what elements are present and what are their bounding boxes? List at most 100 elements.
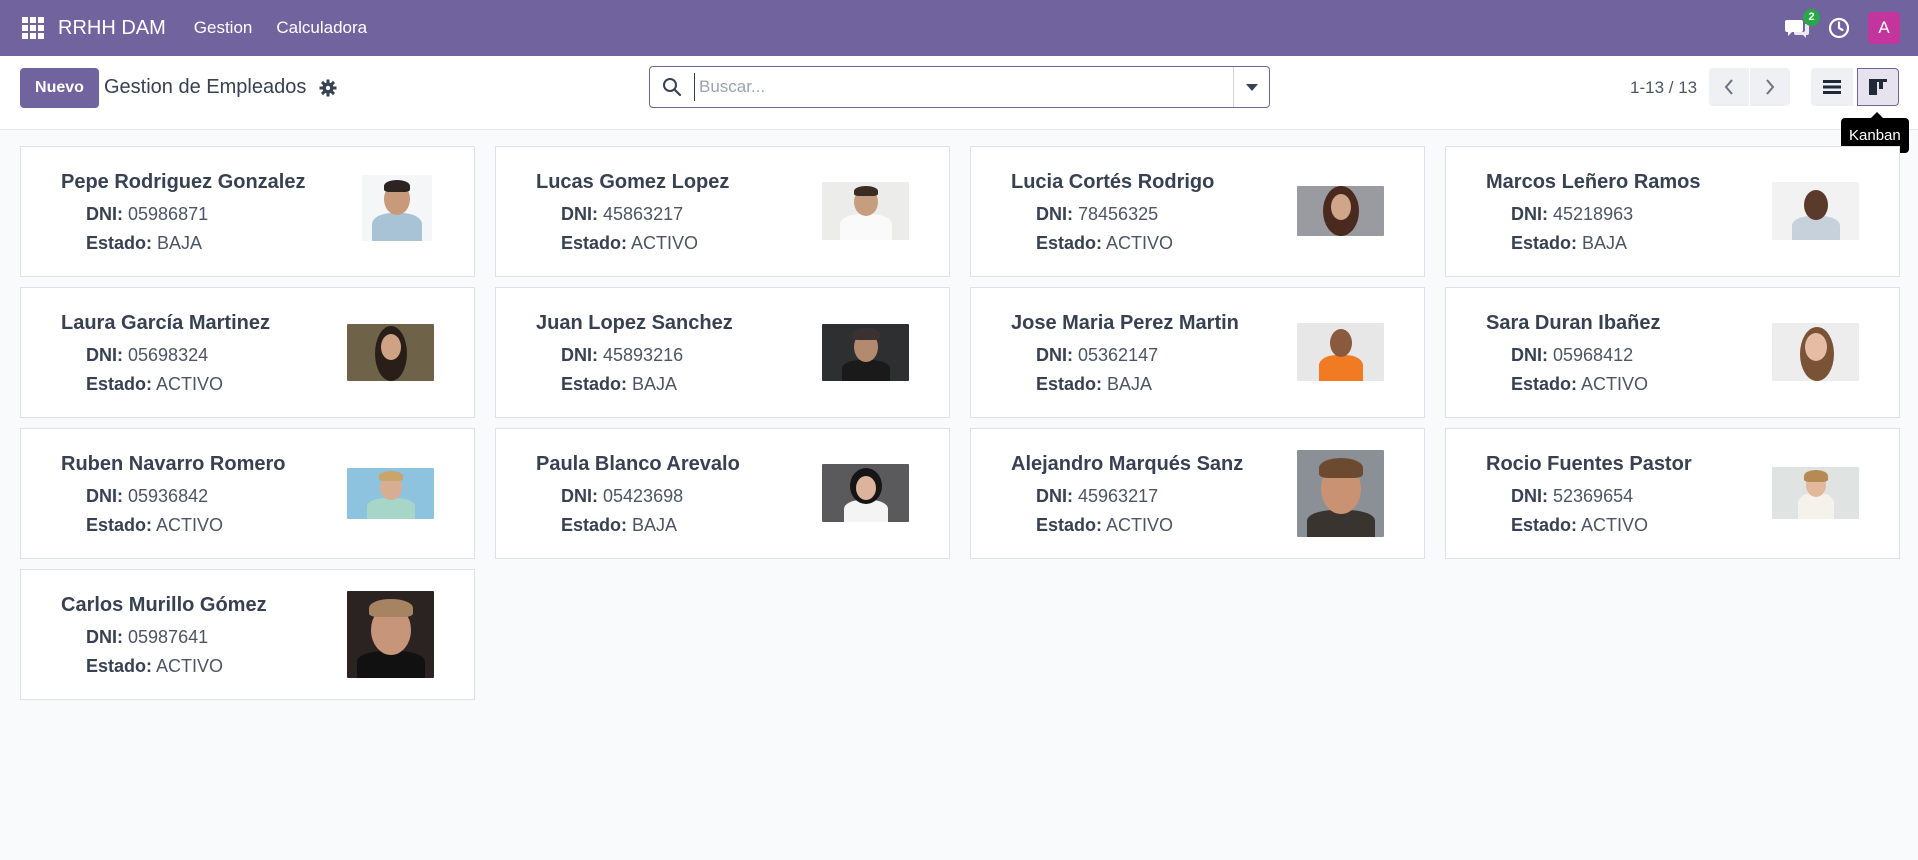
employee-dni: DNI: 45863217: [561, 204, 683, 225]
messages-badge: 2: [1803, 9, 1820, 26]
chevron-down-icon: [1245, 83, 1258, 91]
dni-label: DNI:: [1036, 486, 1073, 506]
pager-next-button[interactable]: [1750, 68, 1790, 106]
dni-label: DNI:: [1511, 345, 1548, 365]
dni-value: 05968412: [1553, 345, 1634, 365]
messages-icon[interactable]: 2: [1784, 9, 1820, 39]
estado-value: BAJA: [1107, 374, 1153, 394]
employee-estado: Estado: BAJA: [561, 374, 677, 395]
dni-value: 05936842: [128, 486, 209, 506]
employee-card[interactable]: Ruben Navarro Romero DNI: 05936842 Estad…: [20, 428, 475, 559]
employee-photo: [822, 182, 909, 240]
apps-menu-icon[interactable]: [22, 17, 44, 39]
employee-photo: [347, 324, 434, 381]
employee-photo: [1297, 450, 1384, 537]
employee-card[interactable]: Sara Duran Ibañez DNI: 05968412 Estado: …: [1445, 287, 1900, 418]
estado-label: Estado:: [86, 233, 153, 253]
user-avatar[interactable]: A: [1868, 12, 1900, 44]
employee-name: Juan Lopez Sanchez: [536, 312, 733, 334]
employee-dni: DNI: 45218963: [1511, 204, 1633, 225]
employee-name: Paula Blanco Arevalo: [536, 453, 740, 475]
employee-photo: [1772, 467, 1859, 519]
activity-clock-icon[interactable]: [1828, 17, 1850, 39]
estado-value: BAJA: [1582, 233, 1628, 253]
menu-item-gestion[interactable]: Gestion: [194, 18, 253, 38]
estado-label: Estado:: [86, 656, 153, 676]
dni-value: 45863217: [603, 204, 684, 224]
employee-name: Rocio Fuentes Pastor: [1486, 453, 1692, 475]
dni-value: 45893216: [603, 345, 684, 365]
employee-name: Jose Maria Perez Martin: [1011, 312, 1239, 334]
employee-card[interactable]: Carlos Murillo Gómez DNI: 05987641 Estad…: [20, 569, 475, 700]
estado-label: Estado:: [1511, 515, 1578, 535]
estado-value: ACTIVO: [156, 374, 224, 394]
estado-label: Estado:: [1036, 515, 1103, 535]
gear-icon[interactable]: [319, 79, 337, 97]
menu-item-calculadora[interactable]: Calculadora: [276, 18, 367, 38]
estado-value: ACTIVO: [156, 515, 224, 535]
employee-estado: Estado: BAJA: [1511, 233, 1627, 254]
employee-card[interactable]: Marcos Leñero Ramos DNI: 45218963 Estado…: [1445, 146, 1900, 277]
app-brand[interactable]: RRHH DAM: [58, 17, 166, 40]
employee-dni: DNI: 45893216: [561, 345, 683, 366]
top-navbar: RRHH DAM Gestion Calculadora 2 A: [0, 0, 1918, 56]
estado-value: BAJA: [632, 515, 678, 535]
employee-dni: DNI: 05936842: [86, 486, 208, 507]
estado-value: ACTIVO: [1106, 233, 1174, 253]
employee-dni: DNI: 05423698: [561, 486, 683, 507]
dni-value: 05987641: [128, 627, 209, 647]
employee-card[interactable]: Jose Maria Perez Martin DNI: 05362147 Es…: [970, 287, 1425, 418]
search-icon: [662, 77, 682, 97]
dni-label: DNI:: [561, 345, 598, 365]
employee-estado: Estado: ACTIVO: [86, 515, 223, 536]
employee-estado: Estado: ACTIVO: [86, 374, 223, 395]
employee-card[interactable]: Paula Blanco Arevalo DNI: 05423698 Estad…: [495, 428, 950, 559]
employee-photo: [1772, 182, 1859, 240]
search-options-toggle[interactable]: [1233, 67, 1269, 107]
employee-name: Marcos Leñero Ramos: [1486, 171, 1701, 193]
employee-dni: DNI: 05362147: [1036, 345, 1158, 366]
employee-estado: Estado: ACTIVO: [86, 656, 223, 677]
list-view-button[interactable]: [1811, 68, 1853, 106]
dni-value: 45963217: [1078, 486, 1159, 506]
estado-label: Estado:: [1036, 233, 1103, 253]
estado-label: Estado:: [86, 515, 153, 535]
employee-photo: [362, 175, 432, 241]
dni-value: 45218963: [1553, 204, 1634, 224]
pager-value[interactable]: 1-13 / 13: [1630, 78, 1697, 98]
employee-dni: DNI: 45963217: [1036, 486, 1158, 507]
dni-value: 05986871: [128, 204, 209, 224]
dni-value: 52369654: [1553, 486, 1634, 506]
employee-card[interactable]: Lucia Cortés Rodrigo DNI: 78456325 Estad…: [970, 146, 1425, 277]
estado-value: BAJA: [632, 374, 678, 394]
dni-label: DNI:: [1511, 204, 1548, 224]
new-button[interactable]: Nuevo: [20, 68, 99, 108]
control-panel: Nuevo Gestion de Empleados Buscar... 1-1…: [0, 56, 1918, 130]
employee-card[interactable]: Pepe Rodriguez Gonzalez DNI: 05986871 Es…: [20, 146, 475, 277]
employee-card[interactable]: Lucas Gomez Lopez DNI: 45863217 Estado: …: [495, 146, 950, 277]
dni-label: DNI:: [86, 204, 123, 224]
dni-value: 05362147: [1078, 345, 1159, 365]
kanban-view-button[interactable]: [1857, 68, 1899, 106]
employee-dni: DNI: 05987641: [86, 627, 208, 648]
estado-label: Estado:: [86, 374, 153, 394]
kanban-view-icon: [1869, 79, 1887, 95]
dni-label: DNI:: [86, 345, 123, 365]
dni-value: 78456325: [1078, 204, 1159, 224]
employee-dni: DNI: 78456325: [1036, 204, 1158, 225]
employee-estado: Estado: BAJA: [1036, 374, 1152, 395]
estado-label: Estado:: [1511, 374, 1578, 394]
search-input[interactable]: [694, 73, 1214, 101]
employee-card[interactable]: Alejandro Marqués Sanz DNI: 45963217 Est…: [970, 428, 1425, 559]
pager-previous-button[interactable]: [1709, 68, 1749, 106]
estado-value: BAJA: [157, 233, 203, 253]
search-box: [649, 66, 1270, 108]
employee-card[interactable]: Laura García Martinez DNI: 05698324 Esta…: [20, 287, 475, 418]
employee-photo: [822, 464, 909, 522]
dni-label: DNI:: [561, 486, 598, 506]
dni-value: 05423698: [603, 486, 684, 506]
estado-label: Estado:: [1511, 233, 1578, 253]
employee-card[interactable]: Rocio Fuentes Pastor DNI: 52369654 Estad…: [1445, 428, 1900, 559]
employee-estado: Estado: ACTIVO: [561, 233, 698, 254]
employee-card[interactable]: Juan Lopez Sanchez DNI: 45893216 Estado:…: [495, 287, 950, 418]
